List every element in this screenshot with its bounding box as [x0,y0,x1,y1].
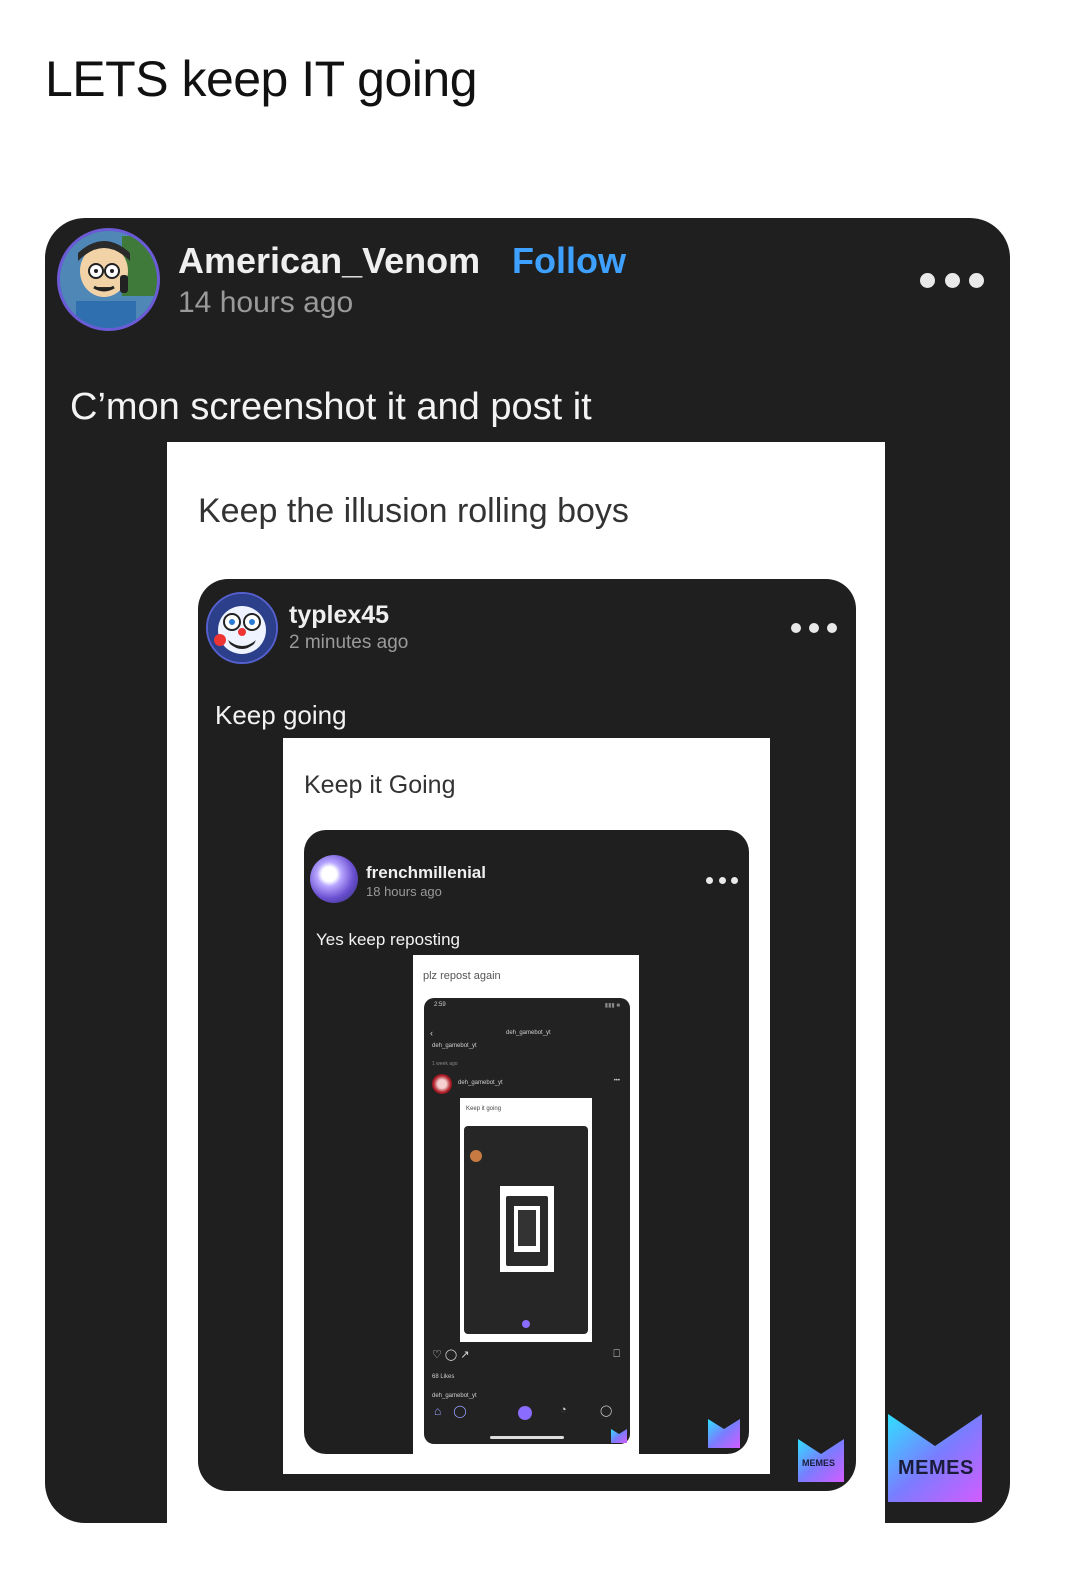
post-time: 18 hours ago [366,884,442,899]
username: frenchmillenial [366,863,486,882]
username: typlex45 [289,601,390,629]
nested-phone-screenshot [518,1210,536,1246]
nested-phone-screenshot [506,1196,548,1266]
post-username: deh_gamebot_yt [458,1080,503,1086]
post-text: Yes keep reposting [316,930,460,949]
avatar [310,855,358,903]
image-caption: Keep the illusion rolling boys [198,492,629,530]
status-time: 2:59 [434,1002,446,1008]
bookmark-icon: ⎕ [613,1348,620,1360]
avatar [432,1074,452,1094]
nested-frame [514,1206,540,1252]
image-caption: Keep it going [466,1106,502,1112]
image-caption: Keep it Going [304,771,456,799]
nested-frame [500,1186,554,1272]
avatar [206,592,278,664]
header-title: deh_gamebot_yt [506,1030,551,1036]
profile-name: deh_gamebot_yt [432,1043,477,1049]
avatar-image [60,231,157,328]
home-indicator [490,1436,564,1439]
more-options-icon [791,622,837,633]
memes-logo-text: MEMES [802,1458,836,1468]
avatar[interactable] [57,228,160,331]
post-time: 2 minutes ago [289,632,409,653]
status-icons: ▮▮▮ ■ [604,1003,620,1009]
image-caption: plz repost again [423,970,501,982]
post-image: Keep it going [460,1098,592,1342]
avatar-image [208,594,276,662]
profile-icon: ◯ [600,1405,613,1417]
avatar [470,1150,482,1162]
more-options-icon[interactable] [920,272,984,288]
post-time: 14 hours ago [178,286,354,319]
likes-count: 68 Likes [432,1374,455,1380]
memes-logo-icon [708,1419,740,1448]
post-text: C’mon screenshot it and post it [70,386,592,428]
meme-caption: LETS keep IT going [45,51,478,107]
nested-phone-screenshot [464,1126,588,1334]
more-options-icon [706,877,738,884]
more-options-icon: ••• [613,1078,620,1084]
create-icon [518,1406,532,1420]
back-icon: ‹ [430,1028,433,1038]
profile-time: 1 week ago [432,1061,458,1067]
phone-screenshot: 2:59 ▮▮▮ ■ ‹ deh_gamebot_yt deh_gamebot_… [424,998,630,1444]
memes-logo-text: MEMES [898,1457,974,1479]
memes-logo-icon [611,1429,627,1443]
nav-dot-icon [522,1320,530,1328]
username[interactable]: American_Venom [178,240,480,282]
post-text: Keep going [215,700,347,730]
follow-button[interactable]: Follow [512,240,626,282]
bell-icon: ◔ [560,1404,567,1416]
like-comment-share-icons: ♡ ◯ ↗ [432,1349,470,1361]
caption-user: deh_gamebot_yt [432,1393,477,1399]
bottom-nav: ⌂◯ [434,1404,479,1418]
